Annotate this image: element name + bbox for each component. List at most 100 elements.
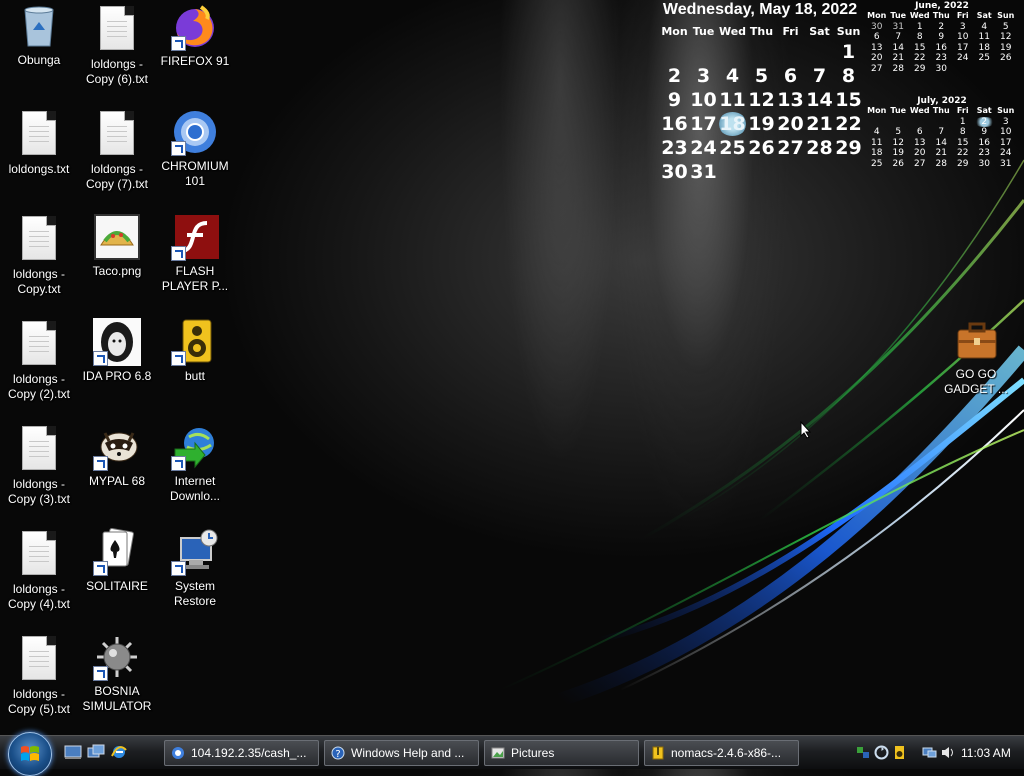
mini-calendar-day[interactable]: 4 [974, 22, 996, 33]
calendar-day[interactable]: 31 [689, 160, 718, 184]
desktop-icon-loldongs-copy[interactable]: loldongs - Copy.txt [0, 213, 78, 297]
mini-calendar-day[interactable]: 27 [866, 64, 888, 75]
calendar-day[interactable]: 27 [776, 136, 805, 160]
taskbar-item-pictures[interactable]: Pictures [484, 740, 639, 766]
calendar-day[interactable]: 28 [805, 136, 834, 160]
mini-calendar-day[interactable]: 23 [974, 148, 996, 159]
taskbar-item-nomacs[interactable]: nomacs-2.4.6-x86-... [644, 740, 799, 766]
mini-calendar-june[interactable]: June, 2022 Mon Tue Wed Thu Fri Sat Sun 30 31 1 2 3 4… [866, 1, 1018, 75]
desktop-icon-solitaire[interactable]: SOLITAIRE [78, 527, 156, 594]
mini-calendar-day[interactable]: 18 [866, 148, 888, 159]
network-tray-icon[interactable] [856, 745, 871, 760]
desktop-icon-go-go-gadget[interactable]: GO GO GADGET ... [938, 316, 1014, 397]
mini-calendar-day[interactable]: 6 [866, 32, 888, 43]
calendar-day[interactable]: 25 [718, 136, 747, 160]
calendar-day[interactable]: 12 [747, 88, 776, 112]
mini-calendar-day[interactable]: 1 [909, 22, 931, 33]
mini-calendar-day[interactable]: 16 [974, 138, 996, 149]
desktop-icon-loldongs-copy-2[interactable]: loldongs - Copy (2).txt [0, 318, 78, 402]
mini-calendar-day[interactable]: 26 [995, 53, 1017, 64]
mini-calendar-day[interactable]: 25 [866, 159, 888, 170]
mini-calendar-day[interactable]: 17 [995, 138, 1017, 149]
mini-calendar-day[interactable]: 12 [995, 32, 1017, 43]
calendar-day[interactable]: 16 [660, 112, 689, 136]
desktop-icon-taco[interactable]: Taco.png [78, 213, 156, 279]
mini-calendar-day[interactable]: 1 [952, 117, 974, 128]
mini-calendar-day[interactable]: 4 [866, 127, 888, 138]
mini-calendar-day[interactable]: 2 [931, 22, 953, 33]
desktop-icon-loldongs-copy-6[interactable]: loldongs - Copy (6).txt [78, 3, 156, 87]
mini-calendar-day[interactable]: 9 [931, 32, 953, 43]
desktop-icon-system-restore[interactable]: System Restore [156, 528, 234, 609]
mini-calendar-day[interactable]: 3 [995, 117, 1017, 128]
calendar-day[interactable]: 29 [834, 136, 863, 160]
switch-windows-icon[interactable] [87, 744, 105, 760]
mini-calendar-day[interactable]: 14 [931, 138, 953, 149]
calendar-gadget[interactable]: Wednesday, May 18, 2022 Mon Tue Wed Thu Fri S… [660, 0, 863, 184]
mini-calendar-day[interactable]: 11 [866, 138, 888, 149]
internet-explorer-icon[interactable] [110, 744, 128, 760]
mini-calendar-day[interactable]: 6 [909, 127, 931, 138]
calendar-today[interactable]: 18 [718, 112, 747, 136]
calendar-day[interactable]: 21 [805, 112, 834, 136]
mini-calendar-day[interactable]: 21 [931, 148, 953, 159]
mini-calendar-day[interactable]: 13 [909, 138, 931, 149]
mini-calendar-day[interactable]: 25 [974, 53, 996, 64]
mini-calendar-day[interactable]: 30 [866, 22, 888, 33]
mini-calendar-day[interactable]: 24 [952, 53, 974, 64]
calendar-day[interactable]: 17 [689, 112, 718, 136]
desktop-icon-loldongs-copy-3[interactable]: loldongs - Copy (3).txt [0, 423, 78, 507]
mini-calendar-day[interactable]: 9 [974, 127, 996, 138]
mini-calendar-day[interactable]: 2 [973, 116, 995, 128]
mini-calendar-day[interactable]: 13 [866, 43, 888, 54]
mini-calendar-day[interactable]: 28 [888, 64, 910, 75]
desktop-icon-firefox[interactable]: FIREFOX 91 [156, 3, 234, 69]
mini-calendar-day[interactable]: 24 [995, 148, 1017, 159]
start-button[interactable] [8, 732, 52, 776]
calendar-day[interactable]: 24 [689, 136, 718, 160]
calendar-day[interactable]: 3 [689, 64, 718, 88]
desktop-icon-loldongs-copy-5[interactable]: loldongs - Copy (5).txt [0, 633, 78, 717]
calendar-day[interactable]: 22 [834, 112, 863, 136]
mini-calendar-day[interactable]: 3 [952, 22, 974, 33]
mini-calendar-day[interactable]: 19 [888, 148, 910, 159]
mini-calendar-day[interactable]: 22 [952, 148, 974, 159]
mini-calendar-day[interactable]: 8 [952, 127, 974, 138]
calendar-day[interactable]: 15 [834, 88, 863, 112]
desktop-icon-flash-player[interactable]: FLASH PLAYER P... [156, 213, 234, 294]
mini-calendar-day[interactable]: 12 [888, 138, 910, 149]
mini-calendar-day[interactable]: 5 [888, 127, 910, 138]
desktop-icon-loldongs-copy-4[interactable]: loldongs - Copy (4).txt [0, 528, 78, 612]
desktop-icon-ida-pro[interactable]: IDA PRO 6.8 [78, 318, 156, 384]
mini-calendar-day[interactable]: 20 [866, 53, 888, 64]
mini-calendar-day[interactable]: 11 [974, 32, 996, 43]
desktop-icon-chromium[interactable]: CHROMIUM 101 [156, 108, 234, 189]
calendar-day[interactable]: 5 [747, 64, 776, 88]
mini-calendar-day[interactable]: 22 [909, 53, 931, 64]
mini-calendar-day[interactable]: 31 [888, 22, 910, 33]
mini-calendar-day[interactable]: 16 [931, 43, 953, 54]
mini-calendar-day[interactable]: 20 [909, 148, 931, 159]
mini-calendar-day[interactable]: 29 [909, 64, 931, 75]
mini-calendar-day[interactable]: 30 [974, 159, 996, 170]
speaker-app-tray-icon[interactable] [892, 745, 907, 760]
desktop-icon-butt[interactable]: butt [156, 318, 234, 384]
calendar-day[interactable]: 30 [660, 160, 689, 184]
calendar-day[interactable]: 14 [805, 88, 834, 112]
calendar-day[interactable]: 23 [660, 136, 689, 160]
desktop-icon-loldongs-copy-7[interactable]: loldongs - Copy (7).txt [78, 108, 156, 192]
taskbar-clock[interactable]: 11:03 AM [961, 740, 1011, 766]
taskbar-item-browser[interactable]: 104.192.2.35/cash_... [164, 740, 319, 766]
mini-calendar-day[interactable]: 8 [909, 32, 931, 43]
mini-calendar-day[interactable]: 23 [931, 53, 953, 64]
mini-calendar-day[interactable]: 14 [888, 43, 910, 54]
mini-calendar-day[interactable]: 19 [995, 43, 1017, 54]
calendar-day[interactable]: 9 [660, 88, 689, 112]
desktop-icon-loldongs-txt[interactable]: loldongs.txt [0, 108, 78, 177]
mini-calendar-day[interactable]: 10 [995, 127, 1017, 138]
calendar-day[interactable]: 7 [805, 64, 834, 88]
mini-calendar-day[interactable]: 15 [952, 138, 974, 149]
calendar-day[interactable]: 11 [718, 88, 747, 112]
calendar-day[interactable]: 26 [747, 136, 776, 160]
mini-calendar-day[interactable]: 26 [888, 159, 910, 170]
